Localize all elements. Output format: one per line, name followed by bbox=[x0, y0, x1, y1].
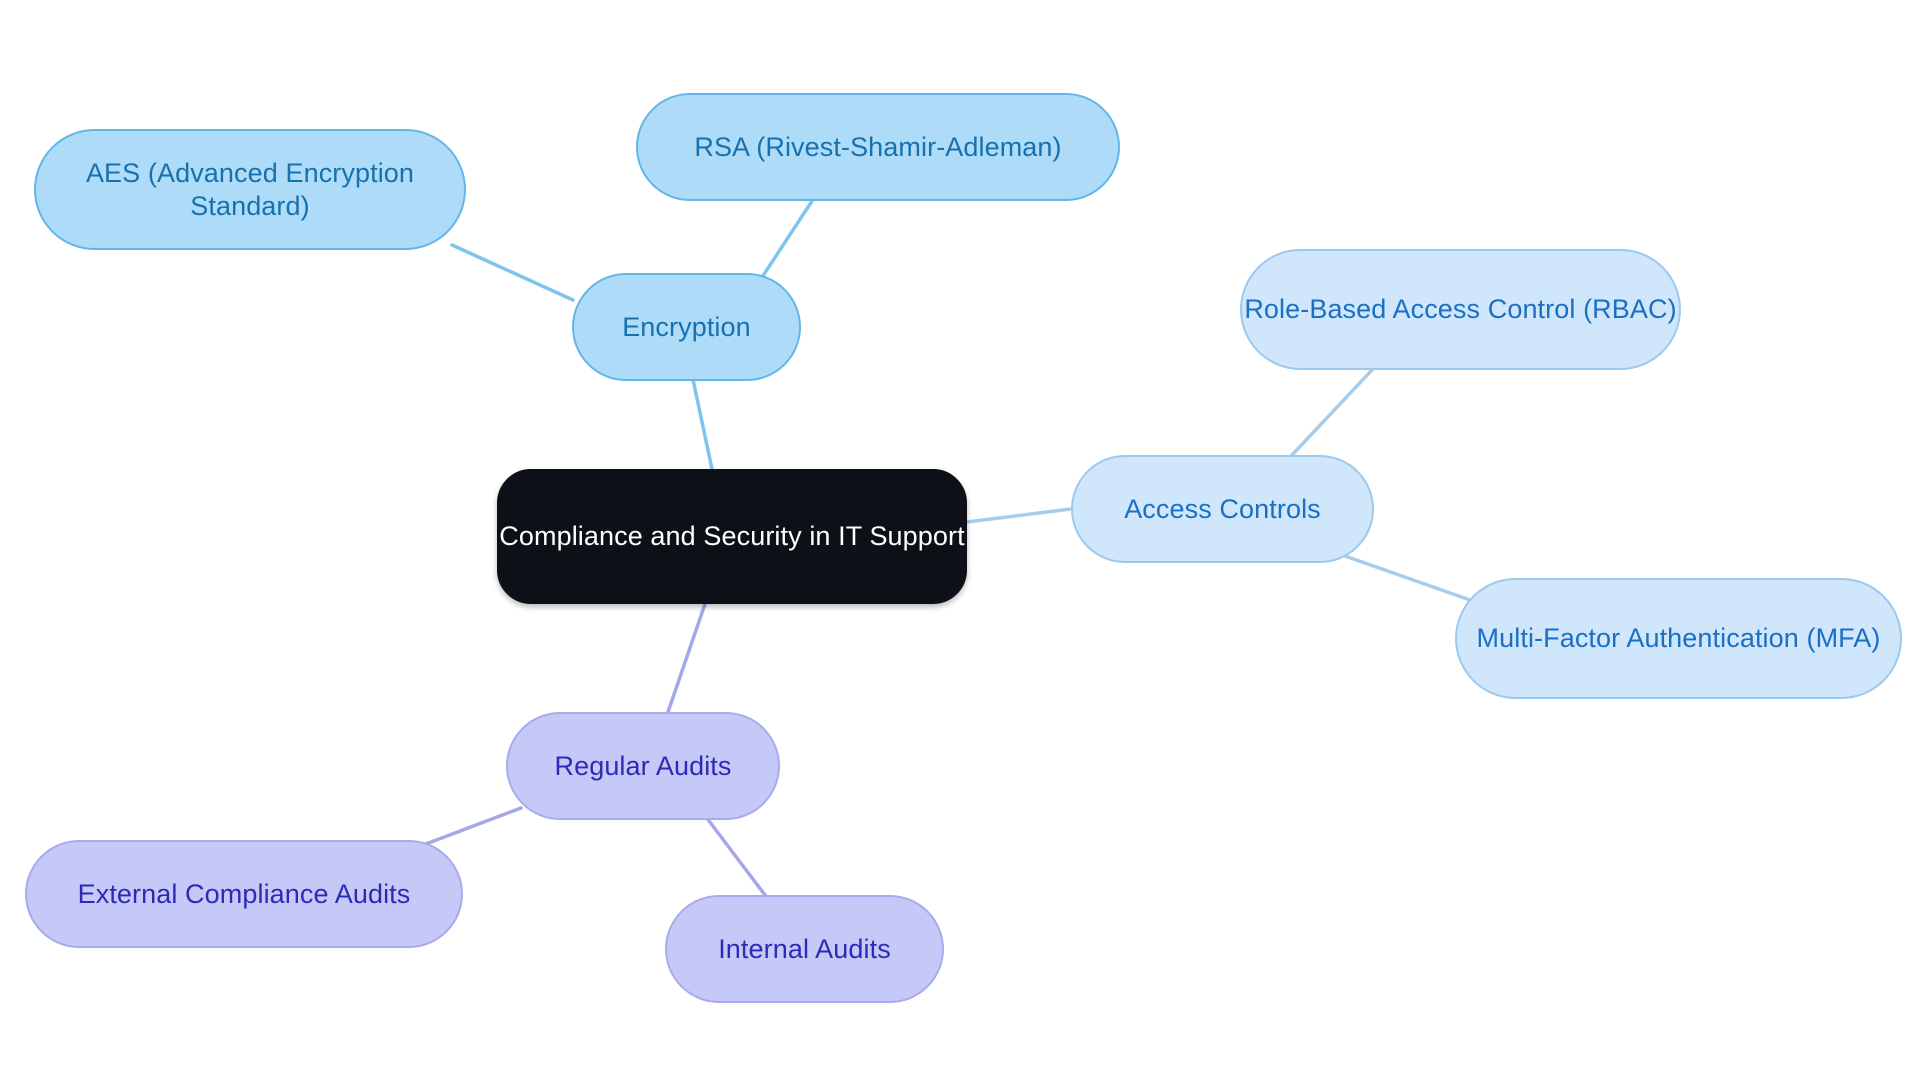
edge-root-access-controls bbox=[965, 507, 1073, 524]
node-regular-audits[interactable]: Regular Audits bbox=[506, 712, 780, 820]
edge-audits-external bbox=[416, 806, 523, 849]
edge-audits-internal bbox=[698, 807, 767, 897]
node-encryption[interactable]: Encryption bbox=[572, 273, 801, 381]
edge-access-mfa bbox=[1343, 554, 1472, 602]
node-access-controls[interactable]: Access Controls bbox=[1071, 455, 1374, 563]
node-external-compliance-audits[interactable]: External Compliance Audits bbox=[25, 840, 463, 948]
edge-encryption-rsa bbox=[755, 199, 814, 287]
node-aes[interactable]: AES (Advanced Encryption Standard) bbox=[34, 129, 466, 250]
node-rbac[interactable]: Role-Based Access Control (RBAC) bbox=[1240, 249, 1681, 370]
edge-access-rbac bbox=[1290, 368, 1374, 457]
node-rsa[interactable]: RSA (Rivest-Shamir-Adleman) bbox=[636, 93, 1120, 201]
edge-root-regular-audits bbox=[666, 602, 707, 714]
node-root[interactable]: Compliance and Security in IT Support bbox=[497, 469, 967, 604]
node-internal-audits[interactable]: Internal Audits bbox=[665, 895, 944, 1003]
mindmap-canvas: Compliance and Security in IT Support En… bbox=[0, 0, 1920, 1083]
edge-encryption-aes bbox=[450, 243, 575, 302]
node-mfa[interactable]: Multi-Factor Authentication (MFA) bbox=[1455, 578, 1902, 699]
